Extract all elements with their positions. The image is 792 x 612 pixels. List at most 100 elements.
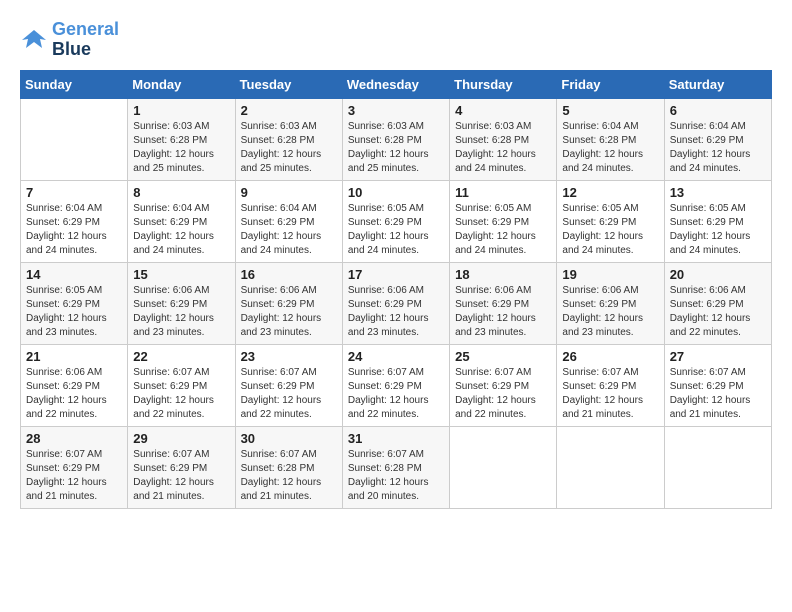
day-info: Sunrise: 6:05 AM Sunset: 6:29 PM Dayligh… bbox=[348, 202, 444, 258]
day-number: 21 bbox=[26, 349, 122, 364]
day-info: Sunrise: 6:06 AM Sunset: 6:29 PM Dayligh… bbox=[348, 284, 444, 340]
logo-icon bbox=[20, 26, 48, 54]
day-header: Thursday bbox=[450, 70, 557, 98]
calendar-cell: 12 Sunrise: 6:05 AM Sunset: 6:29 PM Dayli… bbox=[557, 180, 664, 262]
day-info: Sunrise: 6:05 AM Sunset: 6:29 PM Dayligh… bbox=[455, 202, 551, 258]
day-number: 19 bbox=[562, 267, 658, 282]
day-info: Sunrise: 6:07 AM Sunset: 6:29 PM Dayligh… bbox=[133, 448, 229, 504]
day-header: Sunday bbox=[21, 70, 128, 98]
day-number: 7 bbox=[26, 185, 122, 200]
day-number: 15 bbox=[133, 267, 229, 282]
calendar-cell: 2 Sunrise: 6:03 AM Sunset: 6:28 PM Daylig… bbox=[235, 98, 342, 180]
day-number: 2 bbox=[241, 103, 337, 118]
day-info: Sunrise: 6:05 AM Sunset: 6:29 PM Dayligh… bbox=[26, 284, 122, 340]
day-info: Sunrise: 6:07 AM Sunset: 6:29 PM Dayligh… bbox=[133, 366, 229, 422]
day-header: Wednesday bbox=[342, 70, 449, 98]
calendar-cell: 7Sunrise: 6:04 AM Sunset: 6:29 PM Daylig… bbox=[21, 180, 128, 262]
calendar-cell: 3 Sunrise: 6:03 AM Sunset: 6:28 PM Daylig… bbox=[342, 98, 449, 180]
calendar-cell: 9 Sunrise: 6:04 AM Sunset: 6:29 PM Daylig… bbox=[235, 180, 342, 262]
calendar-cell: 13 Sunrise: 6:05 AM Sunset: 6:29 PM Dayli… bbox=[664, 180, 771, 262]
calendar-cell: 1 Sunrise: 6:03 AM Sunset: 6:28 PM Daylig… bbox=[128, 98, 235, 180]
calendar-cell: 8Sunrise: 6:04 AM Sunset: 6:29 PM Daylig… bbox=[128, 180, 235, 262]
day-info: Sunrise: 6:03 AM Sunset: 6:28 PM Dayligh… bbox=[133, 120, 229, 176]
day-number: 24 bbox=[348, 349, 444, 364]
calendar-table: SundayMondayTuesdayWednesdayThursdayFrid… bbox=[20, 70, 772, 509]
calendar-cell: 10Sunrise: 6:05 AM Sunset: 6:29 PM Dayli… bbox=[342, 180, 449, 262]
day-info: Sunrise: 6:07 AM Sunset: 6:29 PM Dayligh… bbox=[241, 366, 337, 422]
calendar-week-row: 28Sunrise: 6:07 AM Sunset: 6:29 PM Dayli… bbox=[21, 426, 772, 508]
day-number: 4 bbox=[455, 103, 551, 118]
calendar-cell bbox=[664, 426, 771, 508]
day-info: Sunrise: 6:07 AM Sunset: 6:29 PM Dayligh… bbox=[670, 366, 766, 422]
calendar-week-row: 1 Sunrise: 6:03 AM Sunset: 6:28 PM Daylig… bbox=[21, 98, 772, 180]
day-info: Sunrise: 6:03 AM Sunset: 6:28 PM Dayligh… bbox=[348, 120, 444, 176]
day-number: 18 bbox=[455, 267, 551, 282]
day-number: 17 bbox=[348, 267, 444, 282]
calendar-cell: 15 Sunrise: 6:06 AM Sunset: 6:29 PM Dayli… bbox=[128, 262, 235, 344]
day-number: 16 bbox=[241, 267, 337, 282]
calendar-cell: 5 Sunrise: 6:04 AM Sunset: 6:28 PM Daylig… bbox=[557, 98, 664, 180]
day-number: 5 bbox=[562, 103, 658, 118]
day-number: 11 bbox=[455, 185, 551, 200]
day-number: 31 bbox=[348, 431, 444, 446]
calendar-cell bbox=[557, 426, 664, 508]
day-number: 14 bbox=[26, 267, 122, 282]
day-info: Sunrise: 6:04 AM Sunset: 6:29 PM Dayligh… bbox=[241, 202, 337, 258]
day-info: Sunrise: 6:03 AM Sunset: 6:28 PM Dayligh… bbox=[241, 120, 337, 176]
calendar-cell: 19 Sunrise: 6:06 AM Sunset: 6:29 PM Dayli… bbox=[557, 262, 664, 344]
calendar-cell: 16 Sunrise: 6:06 AM Sunset: 6:29 PM Dayli… bbox=[235, 262, 342, 344]
calendar-cell: 22 Sunrise: 6:07 AM Sunset: 6:29 PM Dayli… bbox=[128, 344, 235, 426]
day-number: 23 bbox=[241, 349, 337, 364]
day-number: 22 bbox=[133, 349, 229, 364]
day-info: Sunrise: 6:06 AM Sunset: 6:29 PM Dayligh… bbox=[241, 284, 337, 340]
calendar-cell: 24 Sunrise: 6:07 AM Sunset: 6:29 PM Dayli… bbox=[342, 344, 449, 426]
day-number: 25 bbox=[455, 349, 551, 364]
day-header: Tuesday bbox=[235, 70, 342, 98]
calendar-cell: 11 Sunrise: 6:05 AM Sunset: 6:29 PM Dayli… bbox=[450, 180, 557, 262]
calendar-header: SundayMondayTuesdayWednesdayThursdayFrid… bbox=[21, 70, 772, 98]
calendar-cell: 23 Sunrise: 6:07 AM Sunset: 6:29 PM Dayli… bbox=[235, 344, 342, 426]
day-header: Friday bbox=[557, 70, 664, 98]
day-number: 12 bbox=[562, 185, 658, 200]
logo-text: General Blue bbox=[52, 20, 119, 60]
calendar-cell: 27Sunrise: 6:07 AM Sunset: 6:29 PM Dayli… bbox=[664, 344, 771, 426]
day-info: Sunrise: 6:07 AM Sunset: 6:29 PM Dayligh… bbox=[348, 366, 444, 422]
calendar-body: 1 Sunrise: 6:03 AM Sunset: 6:28 PM Daylig… bbox=[21, 98, 772, 508]
day-number: 3 bbox=[348, 103, 444, 118]
calendar-cell: 6 Sunrise: 6:04 AM Sunset: 6:29 PM Daylig… bbox=[664, 98, 771, 180]
day-number: 9 bbox=[241, 185, 337, 200]
calendar-week-row: 14 Sunrise: 6:05 AM Sunset: 6:29 PM Dayli… bbox=[21, 262, 772, 344]
day-info: Sunrise: 6:07 AM Sunset: 6:29 PM Dayligh… bbox=[455, 366, 551, 422]
logo: General Blue bbox=[20, 20, 119, 60]
day-number: 20 bbox=[670, 267, 766, 282]
calendar-cell: 17 Sunrise: 6:06 AM Sunset: 6:29 PM Dayli… bbox=[342, 262, 449, 344]
day-info: Sunrise: 6:03 AM Sunset: 6:28 PM Dayligh… bbox=[455, 120, 551, 176]
day-info: Sunrise: 6:06 AM Sunset: 6:29 PM Dayligh… bbox=[133, 284, 229, 340]
day-number: 29 bbox=[133, 431, 229, 446]
calendar-week-row: 21Sunrise: 6:06 AM Sunset: 6:29 PM Dayli… bbox=[21, 344, 772, 426]
day-info: Sunrise: 6:05 AM Sunset: 6:29 PM Dayligh… bbox=[562, 202, 658, 258]
calendar-cell: 28Sunrise: 6:07 AM Sunset: 6:29 PM Dayli… bbox=[21, 426, 128, 508]
day-info: Sunrise: 6:05 AM Sunset: 6:29 PM Dayligh… bbox=[670, 202, 766, 258]
calendar-cell bbox=[21, 98, 128, 180]
day-number: 1 bbox=[133, 103, 229, 118]
day-header: Saturday bbox=[664, 70, 771, 98]
calendar-cell: 20Sunrise: 6:06 AM Sunset: 6:29 PM Dayli… bbox=[664, 262, 771, 344]
day-number: 8 bbox=[133, 185, 229, 200]
calendar-cell: 25 Sunrise: 6:07 AM Sunset: 6:29 PM Dayli… bbox=[450, 344, 557, 426]
calendar-week-row: 7 Sunrise: 6:04 AM Sunset: 6:29 PM Daylig… bbox=[21, 180, 772, 262]
day-info: Sunrise: 6:04 AM Sunset: 6:28 PM Dayligh… bbox=[562, 120, 658, 176]
day-header: Monday bbox=[128, 70, 235, 98]
day-info: Sunrise: 6:07 AM Sunset: 6:28 PM Dayligh… bbox=[348, 448, 444, 504]
calendar-cell: 31 Sunrise: 6:07 AM Sunset: 6:28 PM Dayli… bbox=[342, 426, 449, 508]
day-number: 26 bbox=[562, 349, 658, 364]
calendar-cell: 29 Sunrise: 6:07 AM Sunset: 6:29 PM Dayli… bbox=[128, 426, 235, 508]
day-number: 13 bbox=[670, 185, 766, 200]
calendar-cell: 26 Sunrise: 6:07 AM Sunset: 6:29 PM Dayli… bbox=[557, 344, 664, 426]
day-info: Sunrise: 6:06 AM Sunset: 6:29 PM Dayligh… bbox=[562, 284, 658, 340]
calendar-cell bbox=[450, 426, 557, 508]
day-info: Sunrise: 6:04 AM Sunset: 6:29 PM Dayligh… bbox=[670, 120, 766, 176]
day-info: Sunrise: 6:07 AM Sunset: 6:29 PM Dayligh… bbox=[562, 366, 658, 422]
day-number: 6 bbox=[670, 103, 766, 118]
calendar-cell: 14 Sunrise: 6:05 AM Sunset: 6:29 PM Dayli… bbox=[21, 262, 128, 344]
